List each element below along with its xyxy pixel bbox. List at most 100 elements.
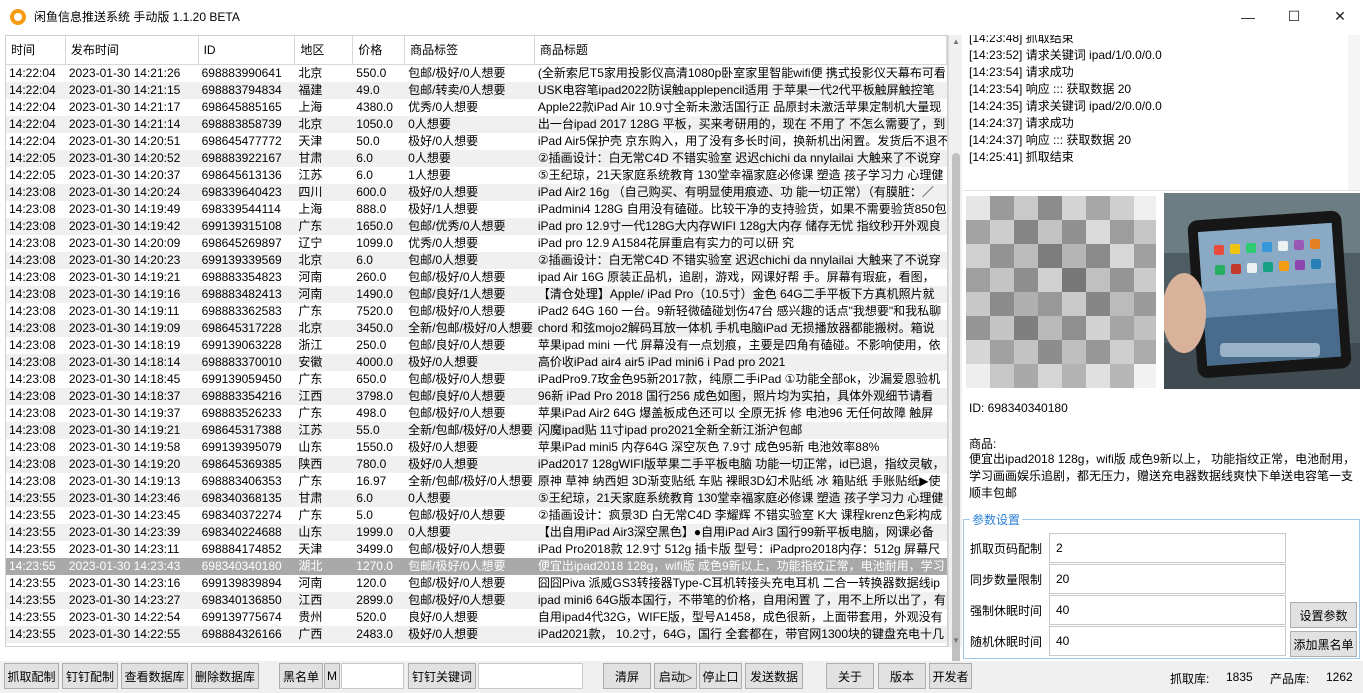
cell-price: 1550.0 xyxy=(356,440,393,454)
table-row[interactable]: 14:23:08 2023-01-30 14:18:45 699139059450 广… xyxy=(6,371,947,388)
clear-screen-button[interactable]: 清屏 xyxy=(603,663,651,689)
scroll-up-icon[interactable]: ▲ xyxy=(952,37,960,46)
scrollbar-thumb[interactable] xyxy=(952,153,960,673)
table-row[interactable]: 14:23:08 2023-01-30 14:19:09 698645317228 北… xyxy=(6,320,947,337)
table-row[interactable]: 14:23:08 2023-01-30 14:20:23 699139339569 北… xyxy=(6,252,947,269)
cell-id: 698884326166 xyxy=(201,627,282,641)
table-row[interactable]: 14:23:55 2023-01-30 14:23:45 698340372274 广… xyxy=(6,507,947,524)
cell-publish-time: 2023-01-30 14:21:26 xyxy=(68,66,181,80)
column-header-region[interactable]: 地区 xyxy=(295,36,354,65)
table-row[interactable]: 14:23:08 2023-01-30 14:19:37 698883526233 广… xyxy=(6,405,947,422)
table-row[interactable]: 14:23:08 2023-01-30 14:19:42 699139315108 广… xyxy=(6,218,947,235)
send-data-button[interactable]: 发送数据 xyxy=(745,663,803,689)
table-row[interactable]: 14:23:08 2023-01-30 14:19:58 699139395079 山… xyxy=(6,439,947,456)
param-row-sync: 同步数量限制 20 xyxy=(970,564,1286,594)
random-sleep-input[interactable]: 40 xyxy=(1049,626,1286,656)
column-header-price[interactable]: 价格 xyxy=(353,36,406,65)
table-row[interactable]: 14:23:55 2023-01-30 14:23:46 698340368135 甘… xyxy=(6,490,947,507)
table-row[interactable]: 14:22:04 2023-01-30 14:21:26 698883990641 北… xyxy=(6,65,947,82)
cell-publish-time: 2023-01-30 14:20:23 xyxy=(68,253,181,267)
table-row[interactable]: 14:23:55 2023-01-30 14:23:16 699139839894 河… xyxy=(6,575,947,592)
developer-button[interactable]: 开发者 xyxy=(929,663,972,689)
cell-region: 河南 xyxy=(298,270,323,284)
param-label: 随机休眠时间 xyxy=(970,634,1043,649)
cell-price: 1099.0 xyxy=(356,236,393,250)
crawl-config-button[interactable]: 抓取配制 xyxy=(4,663,59,689)
page-config-input[interactable]: 2 xyxy=(1049,533,1286,563)
param-row-page: 抓取页码配制 2 xyxy=(970,533,1286,563)
delete-database-button[interactable]: 删除数据库 xyxy=(191,663,259,689)
blacklist-button[interactable]: 黑名单 xyxy=(279,663,323,689)
column-header-publish-time[interactable]: 发布时间 xyxy=(66,36,199,65)
cell-time: 14:23:08 xyxy=(9,457,56,471)
table-row[interactable]: 14:23:08 2023-01-30 14:19:16 698883482413 河… xyxy=(6,286,947,303)
table-row[interactable]: 14:23:55 2023-01-30 14:23:39 698340224688 山… xyxy=(6,524,947,541)
column-header-tags[interactable]: 商品标签 xyxy=(405,36,535,65)
cell-tags: 包邮/优秀/0人想要 xyxy=(408,219,506,233)
start-button[interactable]: 启动▷ xyxy=(654,663,697,689)
column-header-id[interactable]: ID xyxy=(199,36,296,65)
scroll-down-icon[interactable]: ▼ xyxy=(952,636,960,645)
blacklist-input[interactable] xyxy=(341,663,404,689)
dingtalk-keyword-input[interactable] xyxy=(478,663,583,689)
add-blacklist-button[interactable]: 添加黑名单 xyxy=(1290,631,1357,657)
cell-publish-time: 2023-01-30 14:23:43 xyxy=(68,559,181,573)
cell-title: 苹果ipad mini 一代 屏幕没有一点划痕，主要是四角有磕碰。不影响使用，依 xyxy=(537,338,941,352)
table-row[interactable]: 14:22:04 2023-01-30 14:21:17 698645885165 上… xyxy=(6,99,947,116)
table-row[interactable]: 14:23:08 2023-01-30 14:19:49 698339544114 上… xyxy=(6,201,947,218)
cell-tags: 包邮/0人想要 xyxy=(408,253,479,267)
table-row[interactable]: 14:23:08 2023-01-30 14:19:20 698645369385 陕… xyxy=(6,456,947,473)
log-panel[interactable]: [14:23:48] 抓取结束 [14:23:52] 请求关键词 ipad/1/0… xyxy=(963,35,1360,191)
table-row[interactable]: 14:23:55 2023-01-30 14:23:43 698340340180 湖… xyxy=(6,558,947,575)
cell-price: 120.0 xyxy=(356,576,387,590)
table-row[interactable]: 14:23:08 2023-01-30 14:18:37 698883354216 江… xyxy=(6,388,947,405)
maximize-button[interactable]: ☐ xyxy=(1271,0,1317,33)
table-row[interactable]: 14:23:08 2023-01-30 14:19:13 698883406353 广… xyxy=(6,473,947,490)
cell-title: iPad2017 128gWIFI版苹果二手平板电脑 功能一切正常，id已退，指… xyxy=(537,457,945,471)
goods-table[interactable]: 时间 发布时间 ID 地区 价格 商品标签 商品标题 14:22:04 2023-… xyxy=(5,35,948,647)
table-row[interactable]: 14:23:08 2023-01-30 14:19:21 698883354823 河… xyxy=(6,269,947,286)
crawl-count-value: 1835 xyxy=(1226,670,1253,684)
table-row[interactable]: 14:22:04 2023-01-30 14:20:51 698645477772 天… xyxy=(6,133,947,150)
table-row[interactable]: 14:23:55 2023-01-30 14:23:11 698884174852 天… xyxy=(6,541,947,558)
cell-time: 14:23:08 xyxy=(9,219,56,233)
table-row[interactable]: 14:22:05 2023-01-30 14:20:52 698883922167 甘… xyxy=(6,150,947,167)
m-button[interactable]: M xyxy=(324,663,340,689)
cell-title: iPad Air2 16g （自己购买、有明显使用痕迹、功 能一切正常）（有膜脏… xyxy=(537,185,934,199)
dingtalk-config-button[interactable]: 钉钉配制 xyxy=(62,663,118,689)
close-button[interactable]: ✕ xyxy=(1317,0,1363,33)
cell-title: ②插画设计：白无常C4D 不错实验室 迟迟chichi da nnylailai… xyxy=(537,151,941,165)
cell-region: 江苏 xyxy=(298,423,323,437)
forced-sleep-input[interactable]: 40 xyxy=(1049,595,1286,625)
sync-limit-input[interactable]: 20 xyxy=(1049,564,1286,594)
cell-tags: 包邮/良好/0人想要 xyxy=(408,389,506,403)
cell-publish-time: 2023-01-30 14:19:11 xyxy=(68,304,180,318)
cell-time: 14:23:08 xyxy=(9,440,56,454)
stop-button[interactable]: 停止口 xyxy=(699,663,742,689)
dingtalk-keyword-button[interactable]: 钉钉关键词 xyxy=(408,663,476,689)
table-row[interactable]: 14:23:55 2023-01-30 14:23:27 698340136850 江… xyxy=(6,592,947,609)
table-row[interactable]: 14:23:08 2023-01-30 14:20:09 698645269897 辽… xyxy=(6,235,947,252)
table-row[interactable]: 14:22:04 2023-01-30 14:21:15 698883794834 福… xyxy=(6,82,947,99)
table-body: 14:22:04 2023-01-30 14:21:26 698883990641 北… xyxy=(6,65,947,643)
table-row[interactable]: 14:22:05 2023-01-30 14:20:37 698645613136 江… xyxy=(6,167,947,184)
table-row[interactable]: 14:23:08 2023-01-30 14:18:19 699139063228 浙… xyxy=(6,337,947,354)
cell-region: 上海 xyxy=(298,202,323,216)
set-params-button[interactable]: 设置参数 xyxy=(1290,602,1357,628)
log-scrollbar[interactable] xyxy=(1348,35,1360,190)
column-header-title[interactable]: 商品标题 xyxy=(535,36,947,65)
table-row[interactable]: 14:23:08 2023-01-30 14:20:24 698339640423 四… xyxy=(6,184,947,201)
table-row[interactable]: 14:23:08 2023-01-30 14:18:14 698883370010 安… xyxy=(6,354,947,371)
table-row[interactable]: 14:23:55 2023-01-30 14:22:55 698884326166 广… xyxy=(6,626,947,643)
cell-id: 698340224688 xyxy=(201,525,282,539)
table-scrollbar[interactable]: ▲ ▼ xyxy=(948,35,962,673)
version-button[interactable]: 版本 xyxy=(878,663,926,689)
table-row[interactable]: 14:23:55 2023-01-30 14:22:54 699139775674 贵… xyxy=(6,609,947,626)
column-header-time[interactable]: 时间 xyxy=(6,36,66,65)
table-row[interactable]: 14:23:08 2023-01-30 14:19:11 698883362583 广… xyxy=(6,303,947,320)
table-row[interactable]: 14:23:08 2023-01-30 14:19:21 698645317388 江… xyxy=(6,422,947,439)
view-database-button[interactable]: 查看数据库 xyxy=(121,663,188,689)
minimize-button[interactable]: — xyxy=(1225,0,1271,33)
about-button[interactable]: 关于 xyxy=(826,663,874,689)
table-row[interactable]: 14:22:04 2023-01-30 14:21:14 698883858739 北… xyxy=(6,116,947,133)
